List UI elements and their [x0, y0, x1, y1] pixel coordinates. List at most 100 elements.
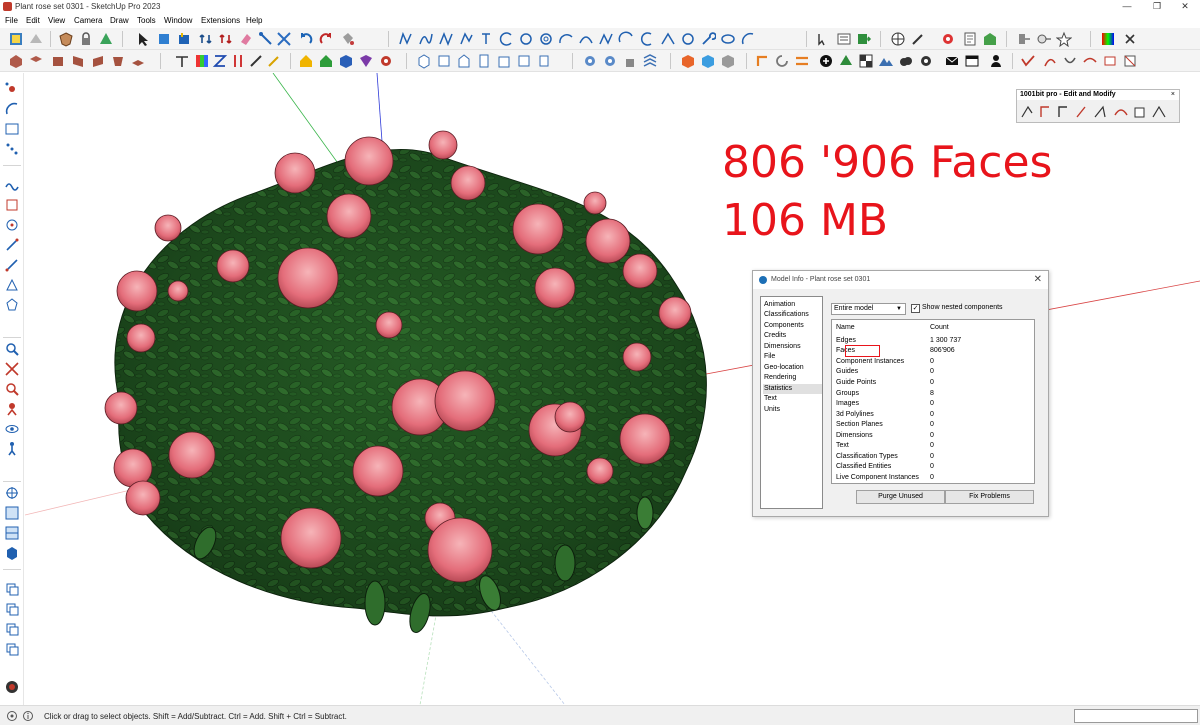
wave-icon[interactable]: [4, 177, 20, 193]
checker-icon[interactable]: [858, 53, 874, 69]
category-file[interactable]: File: [763, 352, 822, 362]
magic-wand-icon[interactable]: [266, 53, 282, 69]
edit-tool-8-icon[interactable]: [1152, 105, 1166, 118]
follow-me-icon[interactable]: [258, 31, 274, 47]
paint-bucket-icon[interactable]: [340, 31, 356, 47]
curve-tool-1-icon[interactable]: [398, 31, 414, 47]
info-icon[interactable]: [22, 710, 34, 722]
menu-window[interactable]: Window: [164, 16, 192, 25]
section-display-icon[interactable]: [4, 525, 20, 541]
house-yellow-icon[interactable]: [298, 53, 314, 69]
view-back-icon[interactable]: [90, 53, 106, 69]
close-tool-icon[interactable]: [1122, 31, 1138, 47]
category-text[interactable]: Text: [763, 394, 822, 404]
tape-measure-icon[interactable]: [176, 31, 192, 47]
menu-camera[interactable]: Camera: [74, 16, 102, 25]
circle-tool-2-icon[interactable]: [680, 31, 696, 47]
curve-tool-9-icon[interactable]: [638, 31, 654, 47]
cloud-icon[interactable]: [898, 53, 914, 69]
category-geo-location[interactable]: Geo-location: [763, 363, 822, 373]
category-animation[interactable]: Animation: [763, 300, 822, 310]
eraser-icon[interactable]: [238, 31, 254, 47]
styles-icon[interactable]: [28, 31, 44, 47]
layout-icon[interactable]: [8, 31, 24, 47]
circle-tool-icon[interactable]: [518, 31, 534, 47]
terrain-icon[interactable]: [878, 53, 894, 69]
edit-tool-3-icon[interactable]: [1058, 106, 1067, 117]
close-button[interactable]: ✕: [1170, 0, 1200, 14]
restore-button[interactable]: ❐: [1142, 0, 1172, 14]
plant-tool-3-icon[interactable]: [1082, 53, 1098, 69]
zoom-icon[interactable]: [4, 341, 20, 357]
menu-draw[interactable]: Draw: [110, 16, 129, 25]
box-outline-3-icon[interactable]: [456, 53, 472, 69]
gear-black-icon[interactable]: [918, 53, 934, 69]
wrench-icon[interactable]: [700, 31, 716, 47]
spiral-tool-icon[interactable]: [538, 31, 554, 47]
star-icon[interactable]: [1056, 31, 1072, 47]
zoom-window-icon[interactable]: [4, 381, 20, 397]
polygon-tool-icon[interactable]: [4, 297, 20, 313]
layers-3-icon[interactable]: [4, 621, 20, 637]
edit-tool-7-icon[interactable]: [1134, 107, 1145, 118]
curve-tool-7-icon[interactable]: [598, 31, 614, 47]
user-icon[interactable]: [988, 53, 1004, 69]
plant-tool-1-icon[interactable]: [1042, 53, 1058, 69]
section-plane-icon[interactable]: [1016, 31, 1032, 47]
undo-icon[interactable]: [298, 31, 314, 47]
scale-icon[interactable]: [276, 31, 292, 47]
orbit-points-icon[interactable]: [4, 81, 20, 97]
select-back-icon[interactable]: [816, 31, 832, 47]
plant-tool-4-icon[interactable]: [1102, 53, 1118, 69]
orange-tool-2-icon[interactable]: [794, 53, 810, 69]
view-left-icon[interactable]: [110, 53, 126, 69]
push-pull-icon[interactable]: [198, 31, 214, 47]
list-window-icon[interactable]: [836, 31, 852, 47]
section-fill-icon[interactable]: [1036, 31, 1052, 47]
lock-icon[interactable]: [78, 31, 94, 47]
record-icon[interactable]: [4, 679, 20, 695]
show-nested-checkbox[interactable]: ✓: [911, 304, 920, 313]
color-palette-icon[interactable]: [1100, 31, 1116, 47]
move-icon[interactable]: [156, 31, 172, 47]
view-right-icon[interactable]: [70, 53, 86, 69]
category-units[interactable]: Units: [763, 405, 822, 415]
edit-tool-6-icon[interactable]: [1114, 109, 1128, 116]
person-icon[interactable]: [4, 401, 20, 417]
minimize-button[interactable]: —: [1112, 0, 1142, 14]
zoom-extents-icon[interactable]: [4, 361, 20, 377]
category-credits[interactable]: Credits: [763, 331, 822, 341]
arc-tool-2-icon[interactable]: [558, 31, 574, 47]
menu-file[interactable]: File: [5, 16, 18, 25]
category-classifications[interactable]: Classifications: [763, 310, 822, 320]
view-top-icon[interactable]: [28, 53, 44, 69]
curve-tool-10-icon[interactable]: [660, 31, 676, 47]
section-fill-tool-icon[interactable]: [4, 545, 20, 561]
line-tool-icon[interactable]: [4, 237, 20, 253]
window-icon[interactable]: [964, 53, 980, 69]
arc-tool-icon[interactable]: [498, 31, 514, 47]
category-rendering[interactable]: Rendering: [763, 373, 822, 383]
plant-tool-5-icon[interactable]: [1122, 53, 1138, 69]
hand-icon[interactable]: [622, 53, 638, 69]
rotate-icon[interactable]: [218, 31, 234, 47]
box-outline-5-icon[interactable]: [496, 53, 512, 69]
arc-select-icon[interactable]: [4, 101, 20, 117]
color-bars-icon[interactable]: [194, 53, 210, 69]
target-icon[interactable]: [4, 217, 20, 233]
gear-red-icon[interactable]: [940, 31, 956, 47]
category-components[interactable]: Components: [763, 321, 822, 331]
curve-tool-8-icon[interactable]: [618, 31, 634, 47]
text-style-icon[interactable]: [174, 53, 190, 69]
scope-dropdown[interactable]: Entire model ▼: [831, 303, 906, 315]
box-outline-6-icon[interactable]: [516, 53, 532, 69]
select-arrow-icon[interactable]: [136, 31, 152, 47]
layers-4-icon[interactable]: [4, 641, 20, 657]
refresh-icon[interactable]: [774, 53, 790, 69]
floating-toolbar-close-icon[interactable]: ×: [1171, 90, 1175, 100]
line-tool-2-icon[interactable]: [4, 257, 20, 273]
box-outline-4-icon[interactable]: [476, 53, 492, 69]
cube-orange-icon[interactable]: [680, 53, 696, 69]
cube-cyan-icon[interactable]: [700, 53, 716, 69]
fix-problems-button[interactable]: Fix Problems: [945, 490, 1034, 504]
